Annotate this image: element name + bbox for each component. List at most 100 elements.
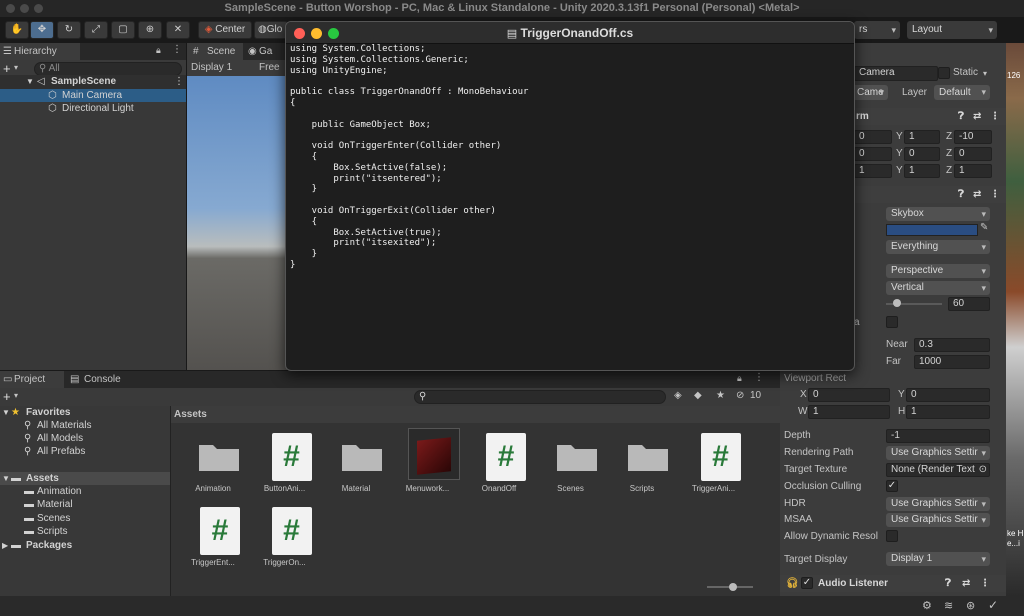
rotation-x-field[interactable]: 0 [854, 147, 892, 161]
component-menu-icon[interactable]: ⋮ [990, 186, 1000, 203]
scale-tool-button[interactable]: ⤢ [84, 21, 108, 39]
filter-label-icon[interactable]: ◆ [694, 390, 702, 401]
culling-mask-dropdown[interactable]: Everything [886, 240, 990, 254]
pivot-center-toggle[interactable]: ◈ Center [198, 21, 252, 39]
position-y-field[interactable]: 1 [904, 130, 940, 144]
position-z-field[interactable]: -10 [954, 130, 992, 144]
help-icon[interactable]: ❓︎ [945, 575, 951, 592]
layout-dropdown[interactable]: Layout [907, 21, 997, 39]
fov-axis-dropdown[interactable]: Vertical [886, 281, 990, 295]
occlusion-culling-checkbox[interactable]: ✓ [886, 480, 898, 492]
target-display-dropdown[interactable]: Display 1 [886, 552, 990, 566]
tab-project[interactable]: ▭ Project [0, 371, 64, 388]
msaa-dropdown[interactable]: Use Graphics Settir [886, 513, 990, 527]
filter-type-icon[interactable]: ◈ [674, 390, 682, 401]
rotation-z-field[interactable]: 0 [954, 147, 992, 161]
tab-game[interactable]: ◉ Ga [245, 43, 287, 60]
preset-icon[interactable]: ⇄ [962, 575, 970, 592]
custom-tool-button[interactable]: ✕ [166, 21, 190, 39]
favorite-item-all-models[interactable]: ⚲ All Models [0, 432, 170, 445]
transform-tool-button[interactable]: ⊕ [138, 21, 162, 39]
code-editor-text-area[interactable]: using System.Collections; using System.Co… [290, 44, 528, 271]
expand-arrow-icon[interactable]: ▼ [2, 406, 10, 419]
minimize-window-button[interactable] [311, 28, 322, 39]
packages-folder-row[interactable]: ▶ ▬ Packages [0, 539, 170, 552]
code-window-titlebar[interactable]: ▤ TriggerOnandOff.cs [286, 22, 854, 44]
bug-icon[interactable]: ⚙ [922, 599, 932, 612]
fov-value-field[interactable]: 60 [948, 297, 990, 311]
layer-dropdown[interactable]: Default [934, 85, 990, 100]
hdr-dropdown[interactable]: Use Graphics Settir [886, 497, 990, 511]
scene-root-row[interactable]: ▼ ◁ SampleScene ⋮ [0, 75, 186, 89]
help-icon[interactable]: ❓︎ [958, 108, 964, 125]
scale-y-field[interactable]: 1 [904, 164, 940, 178]
hierarchy-search-input[interactable]: ⚲ All [34, 62, 182, 76]
asset-item-folder[interactable]: Animation [179, 428, 247, 508]
viewport-h-field[interactable]: 1 [906, 405, 990, 419]
preset-icon[interactable]: ⇄ [973, 186, 981, 203]
close-window-icon[interactable] [6, 4, 15, 13]
background-color-swatch[interactable] [886, 224, 978, 236]
component-menu-icon[interactable]: ⋮ [990, 108, 1000, 125]
chevron-down-icon[interactable]: ▾ [14, 63, 18, 72]
folder-item-animation[interactable]: ▬ Animation [0, 485, 170, 498]
rect-tool-button[interactable]: ▢ [111, 21, 135, 39]
expand-arrow-icon[interactable]: ▼ [2, 472, 10, 485]
rotation-y-field[interactable]: 0 [904, 147, 940, 161]
project-search-input[interactable]: ⚲ [414, 390, 666, 404]
scale-x-field[interactable]: 1 [854, 164, 892, 178]
position-x-field[interactable]: 0 [854, 130, 892, 144]
component-menu-icon[interactable]: ⋮ [980, 575, 990, 592]
asset-item-script[interactable]: # TriggerAni... [680, 428, 748, 508]
audio-listener-header[interactable]: 🎧︎ ✓ Audio Listener ❓︎ ⇄ ⋮ [780, 575, 1006, 592]
asset-item-script[interactable]: # TriggerEnt... [179, 502, 247, 582]
lock-icon[interactable]: 🔒︎ [737, 373, 742, 384]
clear-flags-dropdown[interactable]: Skybox [886, 207, 990, 221]
layers-dropdown[interactable]: rs [854, 21, 900, 39]
favorites-row[interactable]: ▼ ★ Favorites [0, 406, 170, 419]
scene-menu-icon[interactable]: ⋮ [174, 75, 184, 88]
static-checkbox[interactable] [938, 67, 950, 79]
asset-item-folder[interactable]: Material [322, 428, 390, 508]
hidden-eye-icon[interactable]: ⊘ [736, 390, 744, 401]
folder-item-scenes[interactable]: ▬ Scenes [0, 512, 170, 525]
expand-arrow-icon[interactable]: ▶ [2, 539, 8, 552]
viewport-w-field[interactable]: 1 [808, 405, 890, 419]
preset-icon[interactable]: ⇄ [973, 108, 981, 125]
status-check-icon[interactable]: ✓ [988, 598, 998, 612]
folder-item-material[interactable]: ▬ Material [0, 498, 170, 511]
move-tool-button[interactable]: ✥ [30, 21, 54, 39]
hierarchy-item-main-camera[interactable]: ⬡ Main Camera [0, 89, 186, 102]
scale-z-field[interactable]: 1 [954, 164, 992, 178]
add-plus-icon[interactable]: + [3, 61, 11, 76]
chevron-down-icon[interactable]: ▾ [14, 391, 18, 400]
minimize-window-icon[interactable] [20, 4, 29, 13]
help-icon[interactable]: ❓︎ [958, 186, 964, 203]
aspect-select[interactable]: Free [259, 62, 280, 73]
near-field[interactable]: 0.3 [914, 338, 990, 352]
tag-dropdown[interactable]: Came [852, 85, 888, 100]
display-select[interactable]: Display 1 [191, 62, 232, 73]
asset-item-script[interactable]: # ButtonAni... [251, 428, 319, 508]
hand-tool-button[interactable]: ✋ [5, 21, 29, 39]
lock-icon[interactable]: 🔒︎ [156, 45, 161, 56]
zoom-window-icon[interactable] [34, 4, 43, 13]
dynamic-resolution-checkbox[interactable] [886, 530, 898, 542]
asset-item-script[interactable]: # OnandOff [465, 428, 533, 508]
lightmap-icon[interactable]: ⊛ [966, 599, 975, 612]
far-field[interactable]: 1000 [914, 355, 990, 369]
layers-stack-icon[interactable]: ≋ [944, 599, 953, 612]
object-name-field[interactable]: Camera [854, 66, 938, 81]
static-dropdown-icon[interactable]: ▾ [983, 69, 987, 78]
fov-slider-thumb[interactable] [893, 299, 902, 307]
depth-field[interactable]: -1 [886, 429, 990, 443]
zoom-window-button[interactable] [328, 28, 339, 39]
asset-item-folder[interactable]: Scenes [537, 428, 605, 508]
eyedropper-icon[interactable]: ✎ [980, 222, 988, 233]
close-window-button[interactable] [294, 28, 305, 39]
add-plus-icon[interactable]: + [3, 389, 11, 404]
favorite-star-icon[interactable]: ★ [716, 390, 725, 401]
expand-arrow-icon[interactable]: ▼ [26, 75, 34, 88]
hierarchy-item-directional-light[interactable]: ⬡ Directional Light [0, 102, 186, 115]
tab-console[interactable]: ▤ Console [66, 371, 128, 388]
